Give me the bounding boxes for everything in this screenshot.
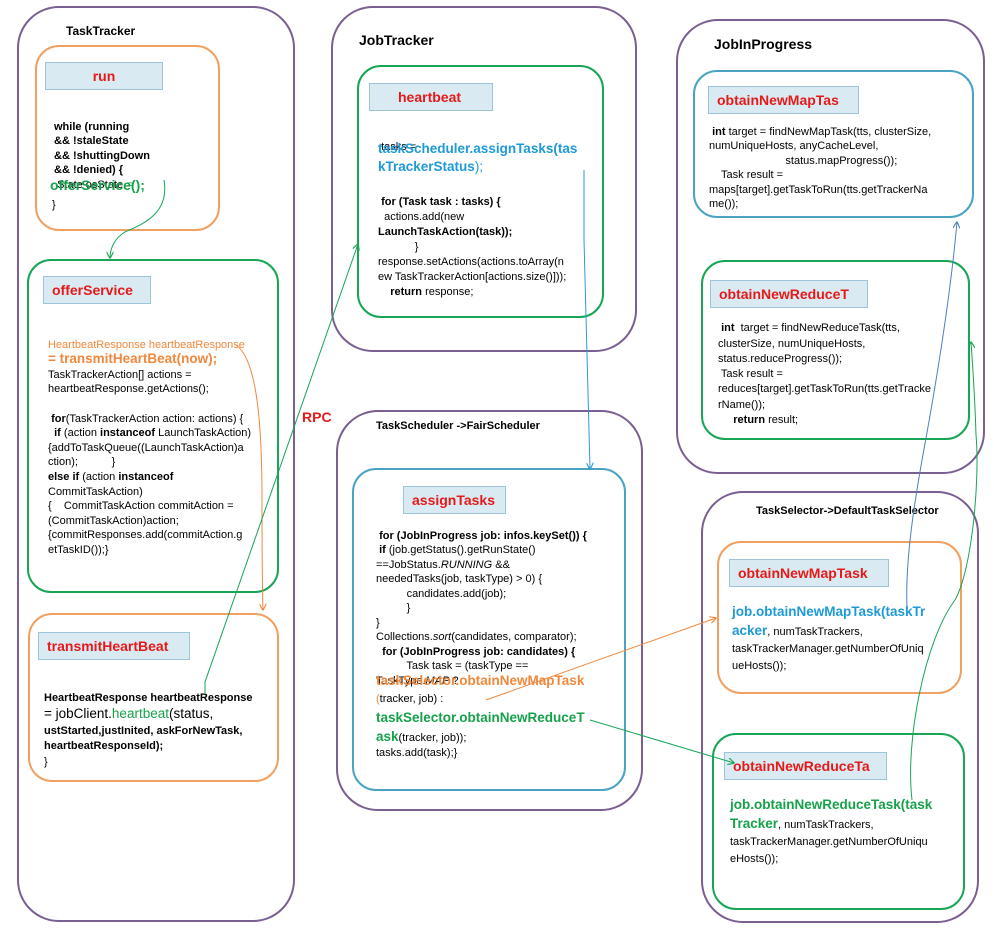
arrow-heartbeat-to-assigntasks [583, 170, 590, 469]
connector-arrows [0, 170, 978, 801]
arrow-assigntasks-to-sel-map [485, 618, 716, 701]
arrow-sel-reduce-to-jip-reduce [910, 342, 978, 801]
arrow-rpc-to-heartbeat [204, 244, 358, 693]
arrow-offerservice-to-transmitheartbeat [235, 344, 263, 610]
arrow-run-to-offerservice [110, 179, 166, 258]
arrow-assigntasks-to-sel-reduce [589, 719, 734, 763]
arrow-sel-map-to-jip-map [906, 222, 957, 608]
